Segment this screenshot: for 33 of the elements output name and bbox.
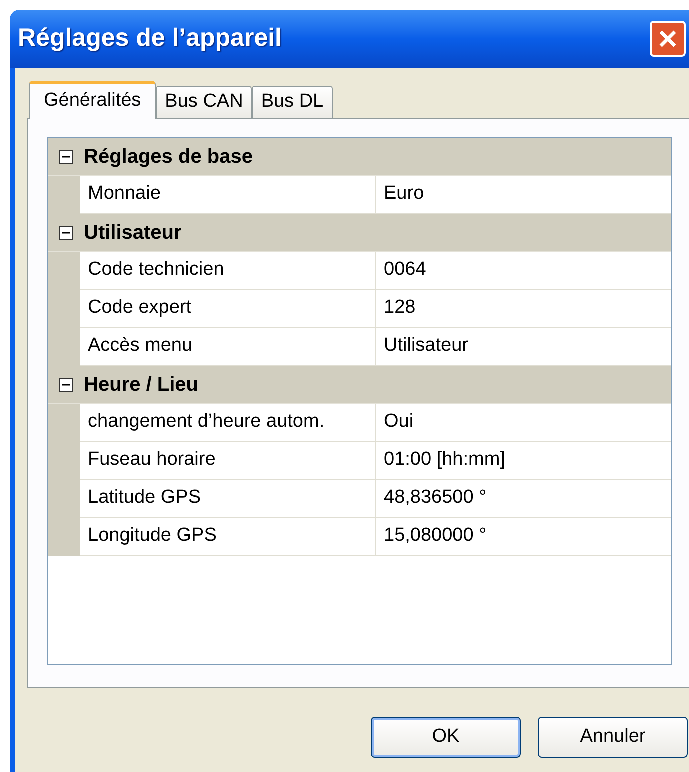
section-header[interactable]: Heure / Lieu [48,366,671,404]
property-name: Fuseau horaire [80,442,376,479]
property-value[interactable]: Utilisateur [376,328,671,365]
collapse-icon[interactable] [58,376,74,392]
collapse-icon[interactable] [58,224,74,240]
section-title: Heure / Lieu [84,372,198,398]
tab[interactable]: Généralités [29,81,156,119]
property-name: Code expert [80,290,376,327]
tab[interactable]: Bus DL [252,86,333,118]
section-title: Utilisateur [84,220,182,246]
close-icon [658,29,678,49]
property-value[interactable]: 0064 [376,252,671,289]
property-name: Monnaie [80,176,376,213]
property-name: changement d’heure autom. [80,404,376,441]
window-title: Réglages de l’appareil [18,23,282,54]
tab[interactable]: Bus CAN [156,86,252,118]
property-value[interactable]: 15,080000 ° [376,518,671,555]
section-header[interactable]: Réglages de base [48,138,671,176]
property-value[interactable]: Oui [376,404,671,441]
property-value[interactable]: 01:00 [hh:mm] [376,442,671,479]
section-title: Réglages de base [84,144,253,170]
dialog-button[interactable]: OK [371,717,521,758]
property-name: Longitude GPS [80,518,376,555]
close-button[interactable] [650,21,686,57]
collapse-icon[interactable] [58,148,74,164]
property-name: Code technicien [80,252,376,289]
dialog-button[interactable]: Annuler [538,717,688,758]
property-value[interactable]: Euro [376,176,671,213]
property-value[interactable]: 128 [376,290,671,327]
section-header[interactable]: Utilisateur [48,214,671,252]
property-name: Accès menu [80,328,376,365]
property-name: Latitude GPS [80,480,376,517]
property-value[interactable]: 48,836500 ° [376,480,671,517]
